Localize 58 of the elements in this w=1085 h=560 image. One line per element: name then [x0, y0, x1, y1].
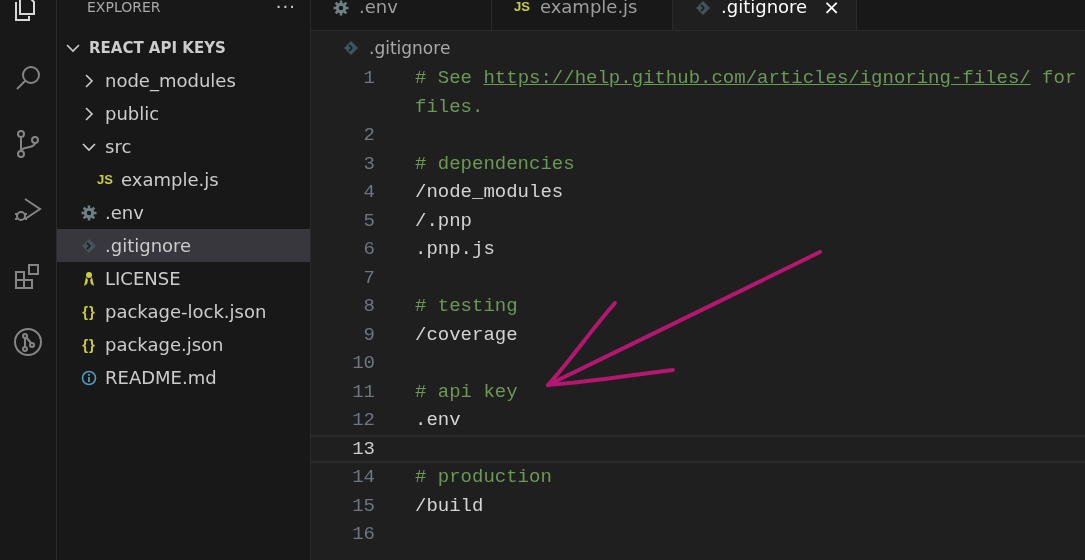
- folder-item[interactable]: src: [57, 130, 310, 163]
- line-number: 1: [362, 67, 375, 90]
- gear-icon: [333, 0, 349, 16]
- braces-icon: {}: [82, 336, 96, 353]
- code-text: /node_modules: [415, 181, 564, 204]
- code-comment: # production: [415, 466, 552, 489]
- line-number: 8: [362, 295, 375, 318]
- key-icon: [81, 270, 97, 287]
- code-comment: files.: [415, 95, 484, 118]
- line-number: 6: [362, 238, 375, 261]
- editor-tab[interactable]: .gitignore ×: [673, 0, 857, 30]
- file-item[interactable]: {} package-lock.json: [57, 295, 310, 328]
- folder-item[interactable]: public: [57, 97, 310, 130]
- file-item[interactable]: README.md: [57, 361, 310, 394]
- line-number: 12: [351, 409, 375, 432]
- folder-item[interactable]: node_modules: [57, 64, 310, 97]
- line-number: 9: [362, 323, 375, 346]
- braces-icon: {}: [82, 303, 96, 320]
- line-number: 11: [351, 380, 375, 403]
- code-comment: # testing: [415, 295, 518, 318]
- code-comment: # dependencies: [415, 152, 575, 175]
- code-text: /.pnp: [415, 209, 472, 232]
- code-text: /coverage: [415, 323, 518, 346]
- line-number: 5: [362, 209, 375, 232]
- breadcrumb[interactable]: .gitignore: [369, 37, 451, 58]
- line-number: 13: [351, 437, 375, 460]
- line-number: 4: [362, 181, 375, 204]
- code-text: /build: [415, 494, 484, 517]
- file-item[interactable]: .env: [57, 196, 310, 229]
- code-comment: for: [1041, 67, 1077, 90]
- line-number: 3: [362, 152, 375, 175]
- line-number: 7: [362, 266, 375, 289]
- file-item[interactable]: JS example.js: [57, 163, 310, 196]
- diamond-icon: [81, 237, 97, 254]
- line-number: 14: [351, 466, 375, 489]
- git-graph-icon[interactable]: [12, 326, 44, 358]
- code-link[interactable]: https://help.github.com/articles/ignoring-files/: [483, 67, 1031, 90]
- diamond-icon: [695, 0, 711, 16]
- js-icon: JS: [514, 0, 530, 14]
- folder-title[interactable]: REACT API KEYS: [89, 38, 226, 57]
- diamond-icon: [343, 39, 359, 56]
- more-actions[interactable]: ···: [275, 0, 296, 14]
- line-number: 15: [351, 494, 375, 517]
- file-item[interactable]: LICENSE: [57, 262, 310, 295]
- js-icon: JS: [97, 172, 113, 187]
- line-number: 10: [351, 352, 375, 375]
- file-item[interactable]: {} package.json: [57, 328, 310, 361]
- line-number: 16: [351, 523, 375, 546]
- info-icon: [81, 369, 97, 386]
- close-icon[interactable]: ×: [823, 0, 840, 14]
- code-text: .pnp.js: [415, 238, 495, 261]
- code-comment: # See: [415, 67, 473, 90]
- file-item[interactable]: .gitignore: [57, 229, 310, 262]
- code-comment: # api key: [415, 380, 518, 403]
- code-text: .env: [415, 409, 461, 432]
- gear-icon: [81, 204, 97, 221]
- explorer-title: EXPLORER: [87, 0, 161, 14]
- line-number: 2: [362, 124, 375, 147]
